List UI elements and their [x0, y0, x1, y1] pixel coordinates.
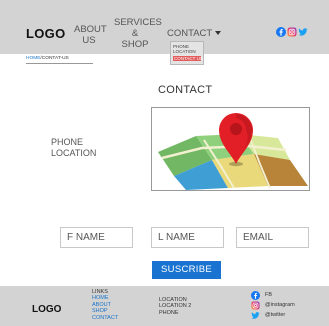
dropdown-item-location[interactable]: LOCATION — [173, 49, 201, 54]
page-title: CONTACT — [158, 84, 213, 96]
site-footer: LOGO LINKS HOME ABOUT SHOP CONTACT LOCAT… — [0, 286, 329, 326]
footer-social-facebook[interactable]: FB — [251, 290, 295, 300]
map-location-pin-icon — [158, 113, 308, 190]
instagram-icon — [251, 300, 260, 310]
facebook-icon[interactable] — [276, 27, 286, 37]
breadcrumb-current: CONTAT-US — [41, 56, 69, 61]
nav-contact-label: CONTACT — [167, 28, 213, 39]
subscribe-button[interactable]: SUSCRIBE — [152, 261, 221, 279]
first-name-input[interactable]: F NAME — [60, 227, 133, 248]
chevron-down-icon — [215, 31, 222, 36]
nav-contact[interactable]: CONTACT — [167, 28, 222, 39]
footer-social-instagram[interactable]: @instagram — [251, 300, 295, 310]
facebook-icon — [251, 290, 260, 300]
contact-dropdown-menu: PHONE LOCATION CONTACT US — [170, 41, 204, 65]
breadcrumb-home-link[interactable]: HOME — [26, 56, 40, 61]
email-input[interactable]: EMAIL — [236, 227, 309, 248]
footer-location-2: LOCATION 2 — [159, 303, 192, 310]
site-header: LOGO ABOUT US SERVICES & SHOP CONTACT — [0, 0, 329, 54]
map-image — [151, 107, 310, 191]
footer-social-twitter[interactable]: @twitter — [251, 310, 295, 320]
footer-logo[interactable]: LOGO — [32, 304, 61, 315]
breadcrumb: HOME/CONTAT-US — [26, 56, 69, 61]
contact-info: PHONE LOCATION — [51, 137, 96, 159]
dropdown-item-contact-us[interactable]: CONTACT US — [173, 55, 203, 62]
footer-social-instagram-label: @instagram — [265, 302, 295, 308]
twitter-icon[interactable] — [298, 27, 308, 37]
breadcrumb-underline — [26, 63, 93, 64]
footer-contact-info: LOCATION LOCATION 2 PHONE — [159, 297, 191, 316]
footer-links: LINKS HOME ABOUT SHOP CONTACT — [92, 289, 118, 321]
contact-info-location: LOCATION — [51, 148, 97, 158]
contact-info-phone: PHONE — [51, 137, 84, 147]
nav-services-shop[interactable]: SERVICES & SHOP — [114, 17, 162, 50]
header-logo[interactable]: LOGO — [26, 26, 65, 41]
footer-social-twitter-label: @twitter — [265, 312, 286, 318]
footer-social-facebook-label: FB — [265, 292, 273, 298]
nav-about-us[interactable]: ABOUT US — [74, 24, 107, 46]
twitter-icon — [251, 311, 260, 319]
header-social-links — [276, 27, 308, 37]
last-name-input[interactable]: L NAME — [151, 227, 224, 248]
footer-phone: PHONE — [159, 309, 179, 316]
footer-link-contact[interactable]: CONTACT — [92, 315, 118, 321]
instagram-icon[interactable] — [287, 27, 297, 37]
footer-social-links: FB @instagram @twitter — [251, 290, 295, 320]
